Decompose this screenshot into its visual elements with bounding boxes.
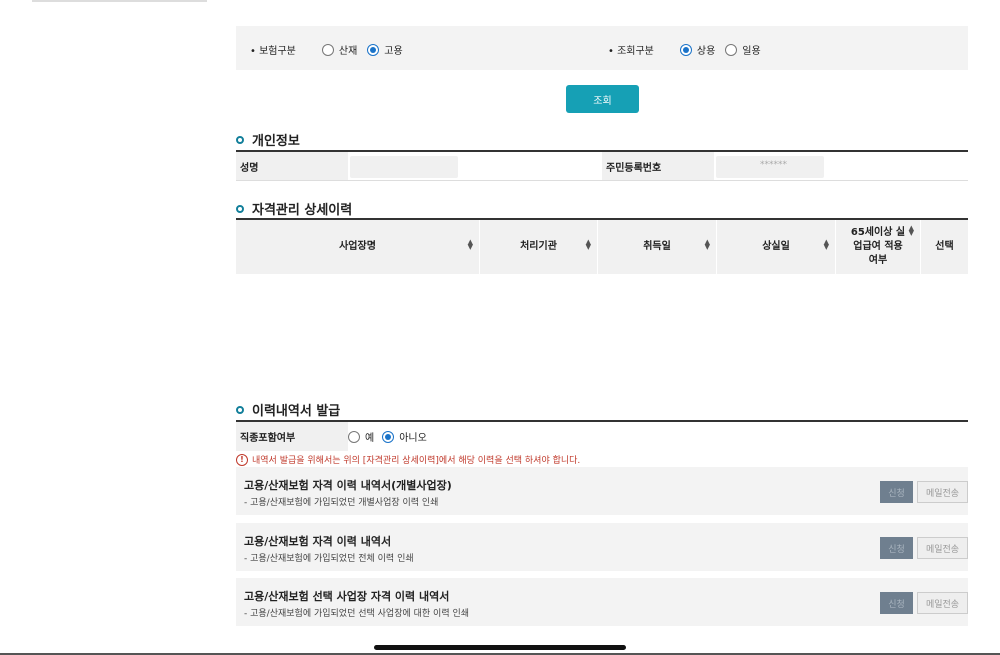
apply-button[interactable]: 신청 [880,481,913,503]
rrn-value-cell: ****** [714,152,968,180]
personal-info-title: 개인정보 [236,130,300,149]
radio-indicator [348,430,360,443]
radio-employment[interactable]: 고용 [367,42,403,57]
history-title: 자격관리 상세이력 [236,199,352,218]
insurance-type-group: • 보험구분 산재 고용 [250,42,409,57]
insurance-type-label: • 보험구분 [250,46,296,57]
name-label: 성명 [236,152,348,180]
col-workplace[interactable]: 사업장명 ▲ ▼ [236,220,480,274]
home-indicator[interactable] [374,645,626,650]
doc-desc: - 고용/산재보험에 가입되었던 개별사업장 이력 인쇄 [244,498,439,508]
radio-industrial-accident[interactable]: 산재 [321,42,357,57]
radio-regular[interactable]: 상용 [679,42,715,57]
include-occupation-options: 예 아니오 [348,422,433,451]
radio-indicator [321,43,334,56]
radio-indicator [367,43,380,56]
filter-bar: • 보험구분 산재 고용 • 조회구분 상용 일용 [236,26,968,70]
name-value-cell [348,152,602,180]
doc-title: 고용/산재보험 자격 이력 내역서(개별사업장) [244,479,452,492]
radio-yes[interactable]: 예 [348,429,374,444]
name-masked-box [350,156,458,178]
left-nav-tab[interactable] [32,0,207,2]
doc-card-individual: 고용/산재보험 자격 이력 내역서(개별사업장) - 고용/산재보험에 가입되었… [236,467,968,515]
include-occupation-label: 직종포함여부 [236,422,348,451]
email-button[interactable]: 메일전송 [917,537,968,559]
radio-indicator [382,430,395,443]
col-agency[interactable]: 처리기관 ▲ ▼ [480,220,598,274]
warning-message: ! 내역서 발급을 위해서는 위의 [자격관리 상세이력]에서 해당 이력을 선… [236,453,580,466]
include-occupation-row: 직종포함여부 예 아니오 [236,420,968,451]
doc-card-selected: 고용/산재보험 선택 사업장 자격 이력 내역서 - 고용/산재보험에 가입되었… [236,578,968,626]
radio-daily[interactable]: 일용 [725,42,761,57]
col-lost-date[interactable]: 상실일 ▲ ▼ [717,220,836,274]
sort-icon[interactable]: ▲ ▼ [705,239,710,251]
bullet-icon [236,204,244,213]
sort-icon[interactable]: ▲ ▼ [468,239,473,251]
doc-title: 고용/산재보험 자격 이력 내역서 [244,535,392,548]
apply-button[interactable]: 신청 [880,537,913,559]
doc-title: 고용/산재보험 선택 사업장 자격 이력 내역서 [244,590,450,603]
personal-info-table: 성명 주민등록번호 ****** [236,150,968,181]
doc-card-all: 고용/산재보험 자격 이력 내역서 - 고용/산재보험에 가입되었던 전체 이력… [236,523,968,571]
rrn-label: 주민등록번호 [602,152,714,180]
radio-no[interactable]: 아니오 [382,429,427,444]
history-table-header: 사업장명 ▲ ▼ 처리기관 ▲ ▼ 취득일 ▲ ▼ 상실일 ▲ ▼ 65세이상 실업급여… [236,218,968,274]
sort-icon[interactable]: ▲ ▼ [909,225,914,237]
email-button[interactable]: 메일전송 [917,592,968,614]
sort-icon[interactable]: ▲ ▼ [586,239,591,251]
col-acquired-date[interactable]: 취득일 ▲ ▼ [598,220,717,274]
search-button[interactable]: 조회 [566,85,639,113]
issuance-title: 이력내역서 발급 [236,400,340,419]
apply-button[interactable]: 신청 [880,592,913,614]
bullet-icon [236,405,244,414]
sort-icon[interactable]: ▲ ▼ [824,239,829,251]
radio-indicator [679,43,692,56]
alert-icon: ! [236,453,248,466]
inquiry-type-label: • 조회구분 [608,46,654,57]
doc-desc: - 고용/산재보험에 가입되었던 선택 사업장에 대한 이력 인쇄 [244,609,470,619]
col-select: 선택 [935,241,954,252]
page: • 보험구분 산재 고용 • 조회구분 상용 일용 조회 개인정보 성명 주민등… [0,0,1000,655]
rrn-value: ****** [760,160,787,170]
col-over-65[interactable]: 65세이상 실업급여 적용여부 ▲ ▼ [836,220,921,274]
doc-desc: - 고용/산재보험에 가입되었던 전체 이력 인쇄 [244,554,414,564]
inquiry-type-group: • 조회구분 상용 일용 [608,42,767,57]
bullet-icon [236,135,244,144]
email-button[interactable]: 메일전송 [917,481,968,503]
main-content: • 보험구분 산재 고용 • 조회구분 상용 일용 조회 개인정보 성명 주민등… [236,26,968,626]
radio-indicator [725,43,738,56]
